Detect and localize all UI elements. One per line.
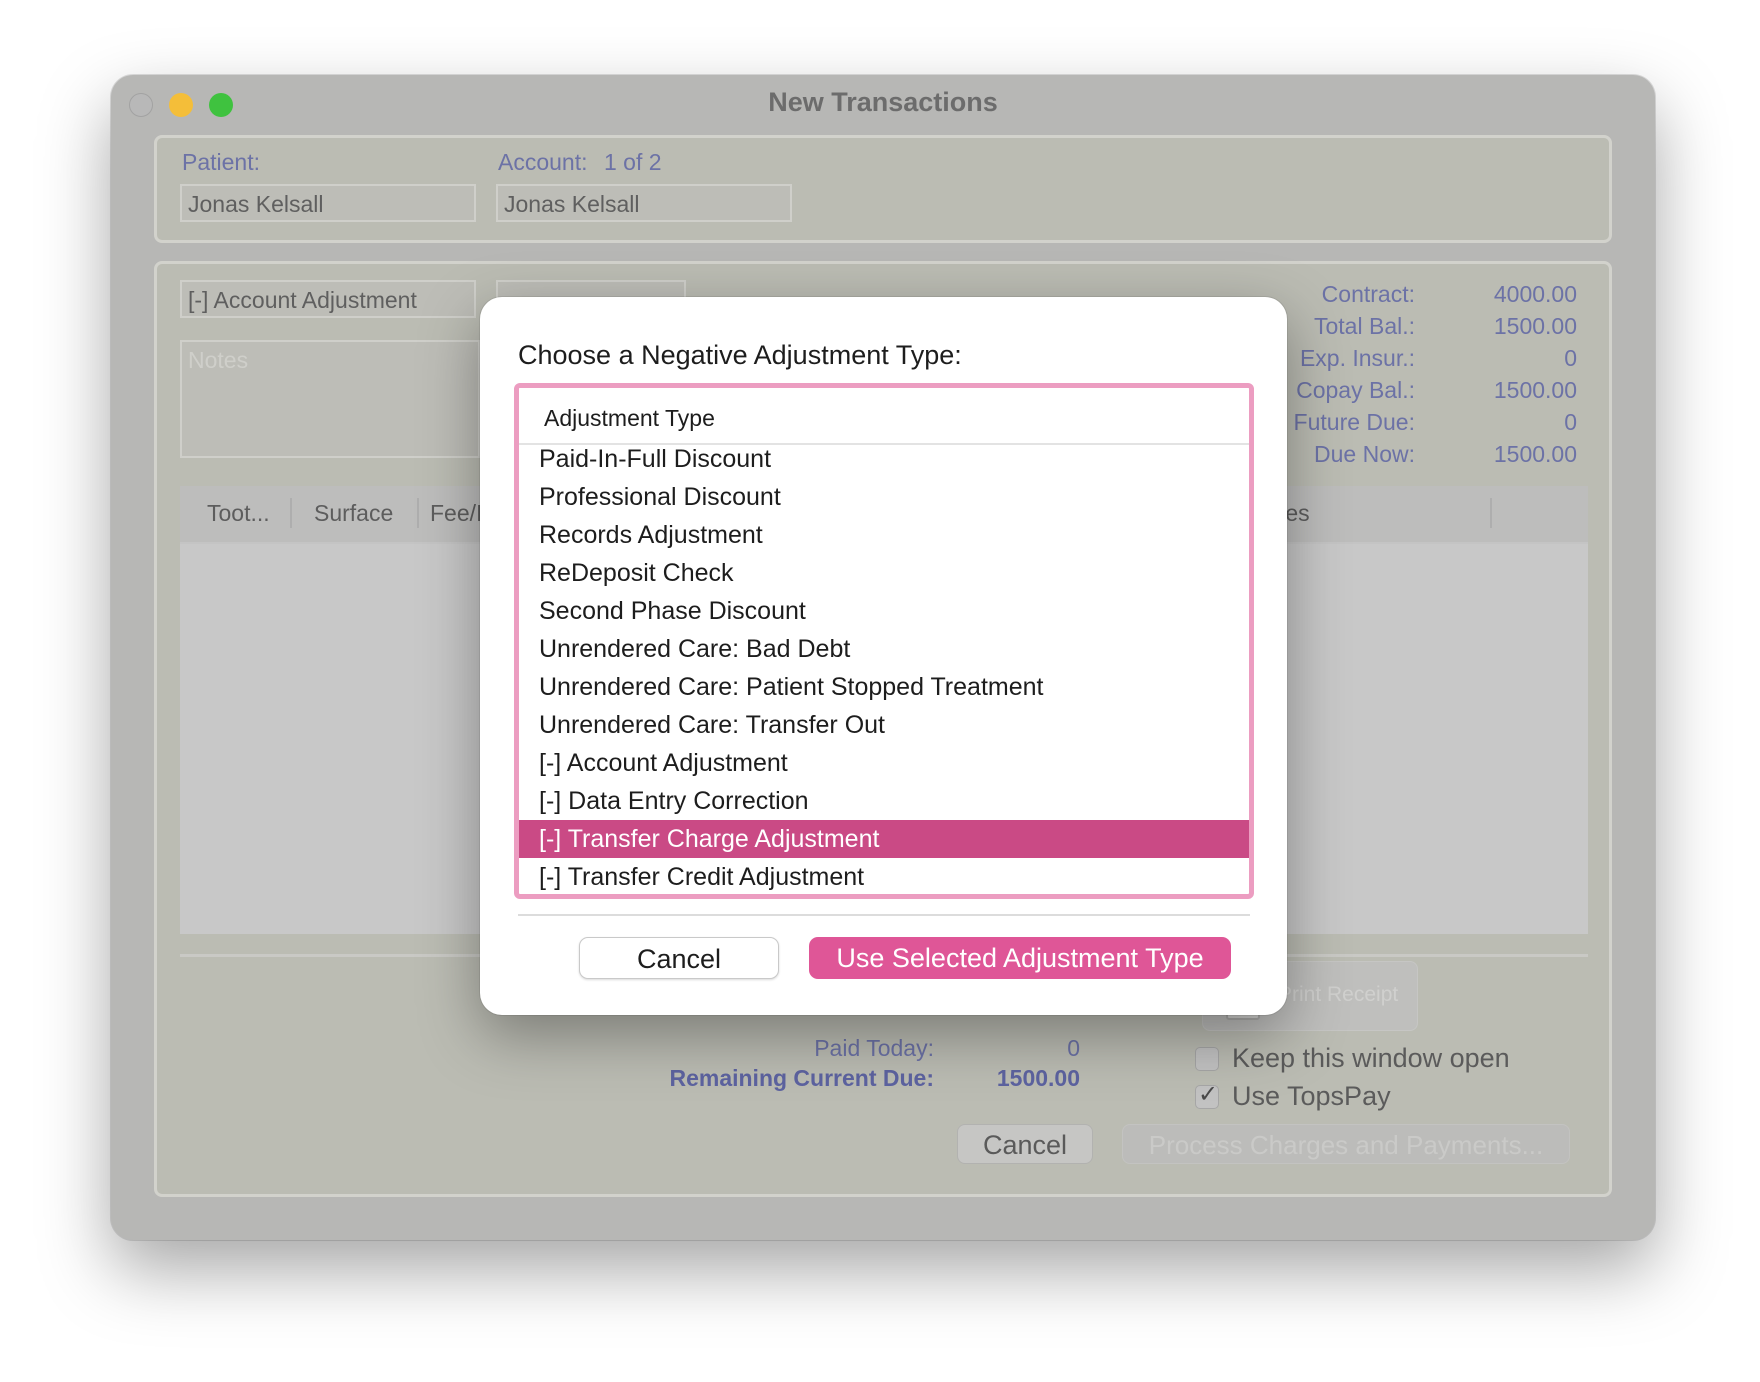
summary-label: Contract: <box>1321 281 1415 307</box>
account-field[interactable]: Jonas Kelsall <box>496 184 792 222</box>
column-header-fee[interactable]: Fee/I <box>430 500 482 527</box>
summary-label: Total Bal.: <box>1314 313 1415 339</box>
patient-label: Patient: <box>182 149 260 175</box>
column-separator <box>290 498 292 528</box>
list-item[interactable]: Professional Discount <box>519 478 1249 516</box>
summary-label: Copay Bal.: <box>1296 377 1415 403</box>
use-selected-adjustment-button[interactable]: Use Selected Adjustment Type <box>809 937 1231 979</box>
list-item[interactable]: Unrendered Care: Patient Stopped Treatme… <box>519 668 1249 706</box>
summary-value: 1500.00 <box>1493 313 1577 339</box>
notes-field[interactable]: Notes <box>180 340 480 458</box>
summary-label: Exp. Insur.: <box>1299 345 1415 371</box>
list-item[interactable]: Records Adjustment <box>519 516 1249 554</box>
remaining-due-label: Remaining Current Due: <box>669 1065 934 1091</box>
summary-value: 0 <box>1564 409 1577 435</box>
patient-account-panel: Patient: Jonas Kelsall Account: 1 of 2 J… <box>154 135 1612 243</box>
remaining-due-value: 1500.00 <box>996 1065 1080 1091</box>
dialog-divider <box>518 914 1250 916</box>
list-item[interactable]: Paid-In-Full Discount <box>519 440 1249 478</box>
summary-value: 4000.00 <box>1493 281 1577 307</box>
summary-value: 1500.00 <box>1493 377 1577 403</box>
list-item[interactable]: ReDeposit Check <box>519 554 1249 592</box>
account-label: Account: <box>498 149 588 175</box>
keep-window-open-checkbox[interactable] <box>1195 1047 1219 1071</box>
list-item[interactable]: [-] Account Adjustment <box>519 744 1249 782</box>
keep-window-open-label: Keep this window open <box>1232 1043 1510 1073</box>
transaction-type-field[interactable]: [-] Account Adjustment <box>180 280 476 318</box>
checkmark-icon: ✓ <box>1198 1081 1219 1108</box>
patient-field[interactable]: Jonas Kelsall <box>180 184 476 222</box>
list-item-selected[interactable]: [-] Transfer Charge Adjustment <box>519 820 1249 858</box>
list-header[interactable]: Adjustment Type <box>519 388 1249 445</box>
use-topspay-checkbox[interactable]: ✓ <box>1195 1081 1219 1109</box>
summary-value: 0 <box>1564 345 1577 371</box>
dialog-title: Choose a Negative Adjustment Type: <box>518 340 962 370</box>
column-header-tooth[interactable]: Toot... <box>207 500 270 527</box>
account-count: 1 of 2 <box>604 149 662 175</box>
adjustment-type-list[interactable]: Adjustment Type Paid-In-Full Discount Pr… <box>514 383 1254 899</box>
title-bar: New Transactions <box>111 75 1655 131</box>
column-separator <box>417 498 419 528</box>
list-item[interactable]: [-] Data Entry Correction <box>519 782 1249 820</box>
summary-label: Future Due: <box>1293 409 1415 435</box>
column-header-surface[interactable]: Surface <box>314 500 393 527</box>
list-item[interactable]: Second Phase Discount <box>519 592 1249 630</box>
list-item[interactable]: Unrendered Care: Bad Debt <box>519 630 1249 668</box>
list-item[interactable]: Unrendered Care: Transfer Out <box>519 706 1249 744</box>
paid-today-label: Paid Today: <box>814 1035 934 1061</box>
list-item[interactable]: [-] Transfer Credit Adjustment <box>519 858 1249 894</box>
summary-label: Due Now: <box>1314 441 1415 467</box>
paid-today-value: 0 <box>1067 1035 1080 1061</box>
list-header-label: Adjustment Type <box>544 405 715 431</box>
use-topspay-label: Use TopsPay <box>1232 1081 1391 1111</box>
process-charges-button[interactable]: Process Charges and Payments... <box>1122 1124 1570 1164</box>
adjustment-type-dialog: Choose a Negative Adjustment Type: Adjus… <box>480 297 1287 1015</box>
summary-value: 1500.00 <box>1493 441 1577 467</box>
cancel-button[interactable]: Cancel <box>957 1124 1093 1164</box>
column-separator <box>1490 498 1492 528</box>
dialog-cancel-button[interactable]: Cancel <box>579 937 779 979</box>
print-receipt-label: Print Receipt <box>1278 983 1399 1006</box>
window-title: New Transactions <box>768 87 998 117</box>
